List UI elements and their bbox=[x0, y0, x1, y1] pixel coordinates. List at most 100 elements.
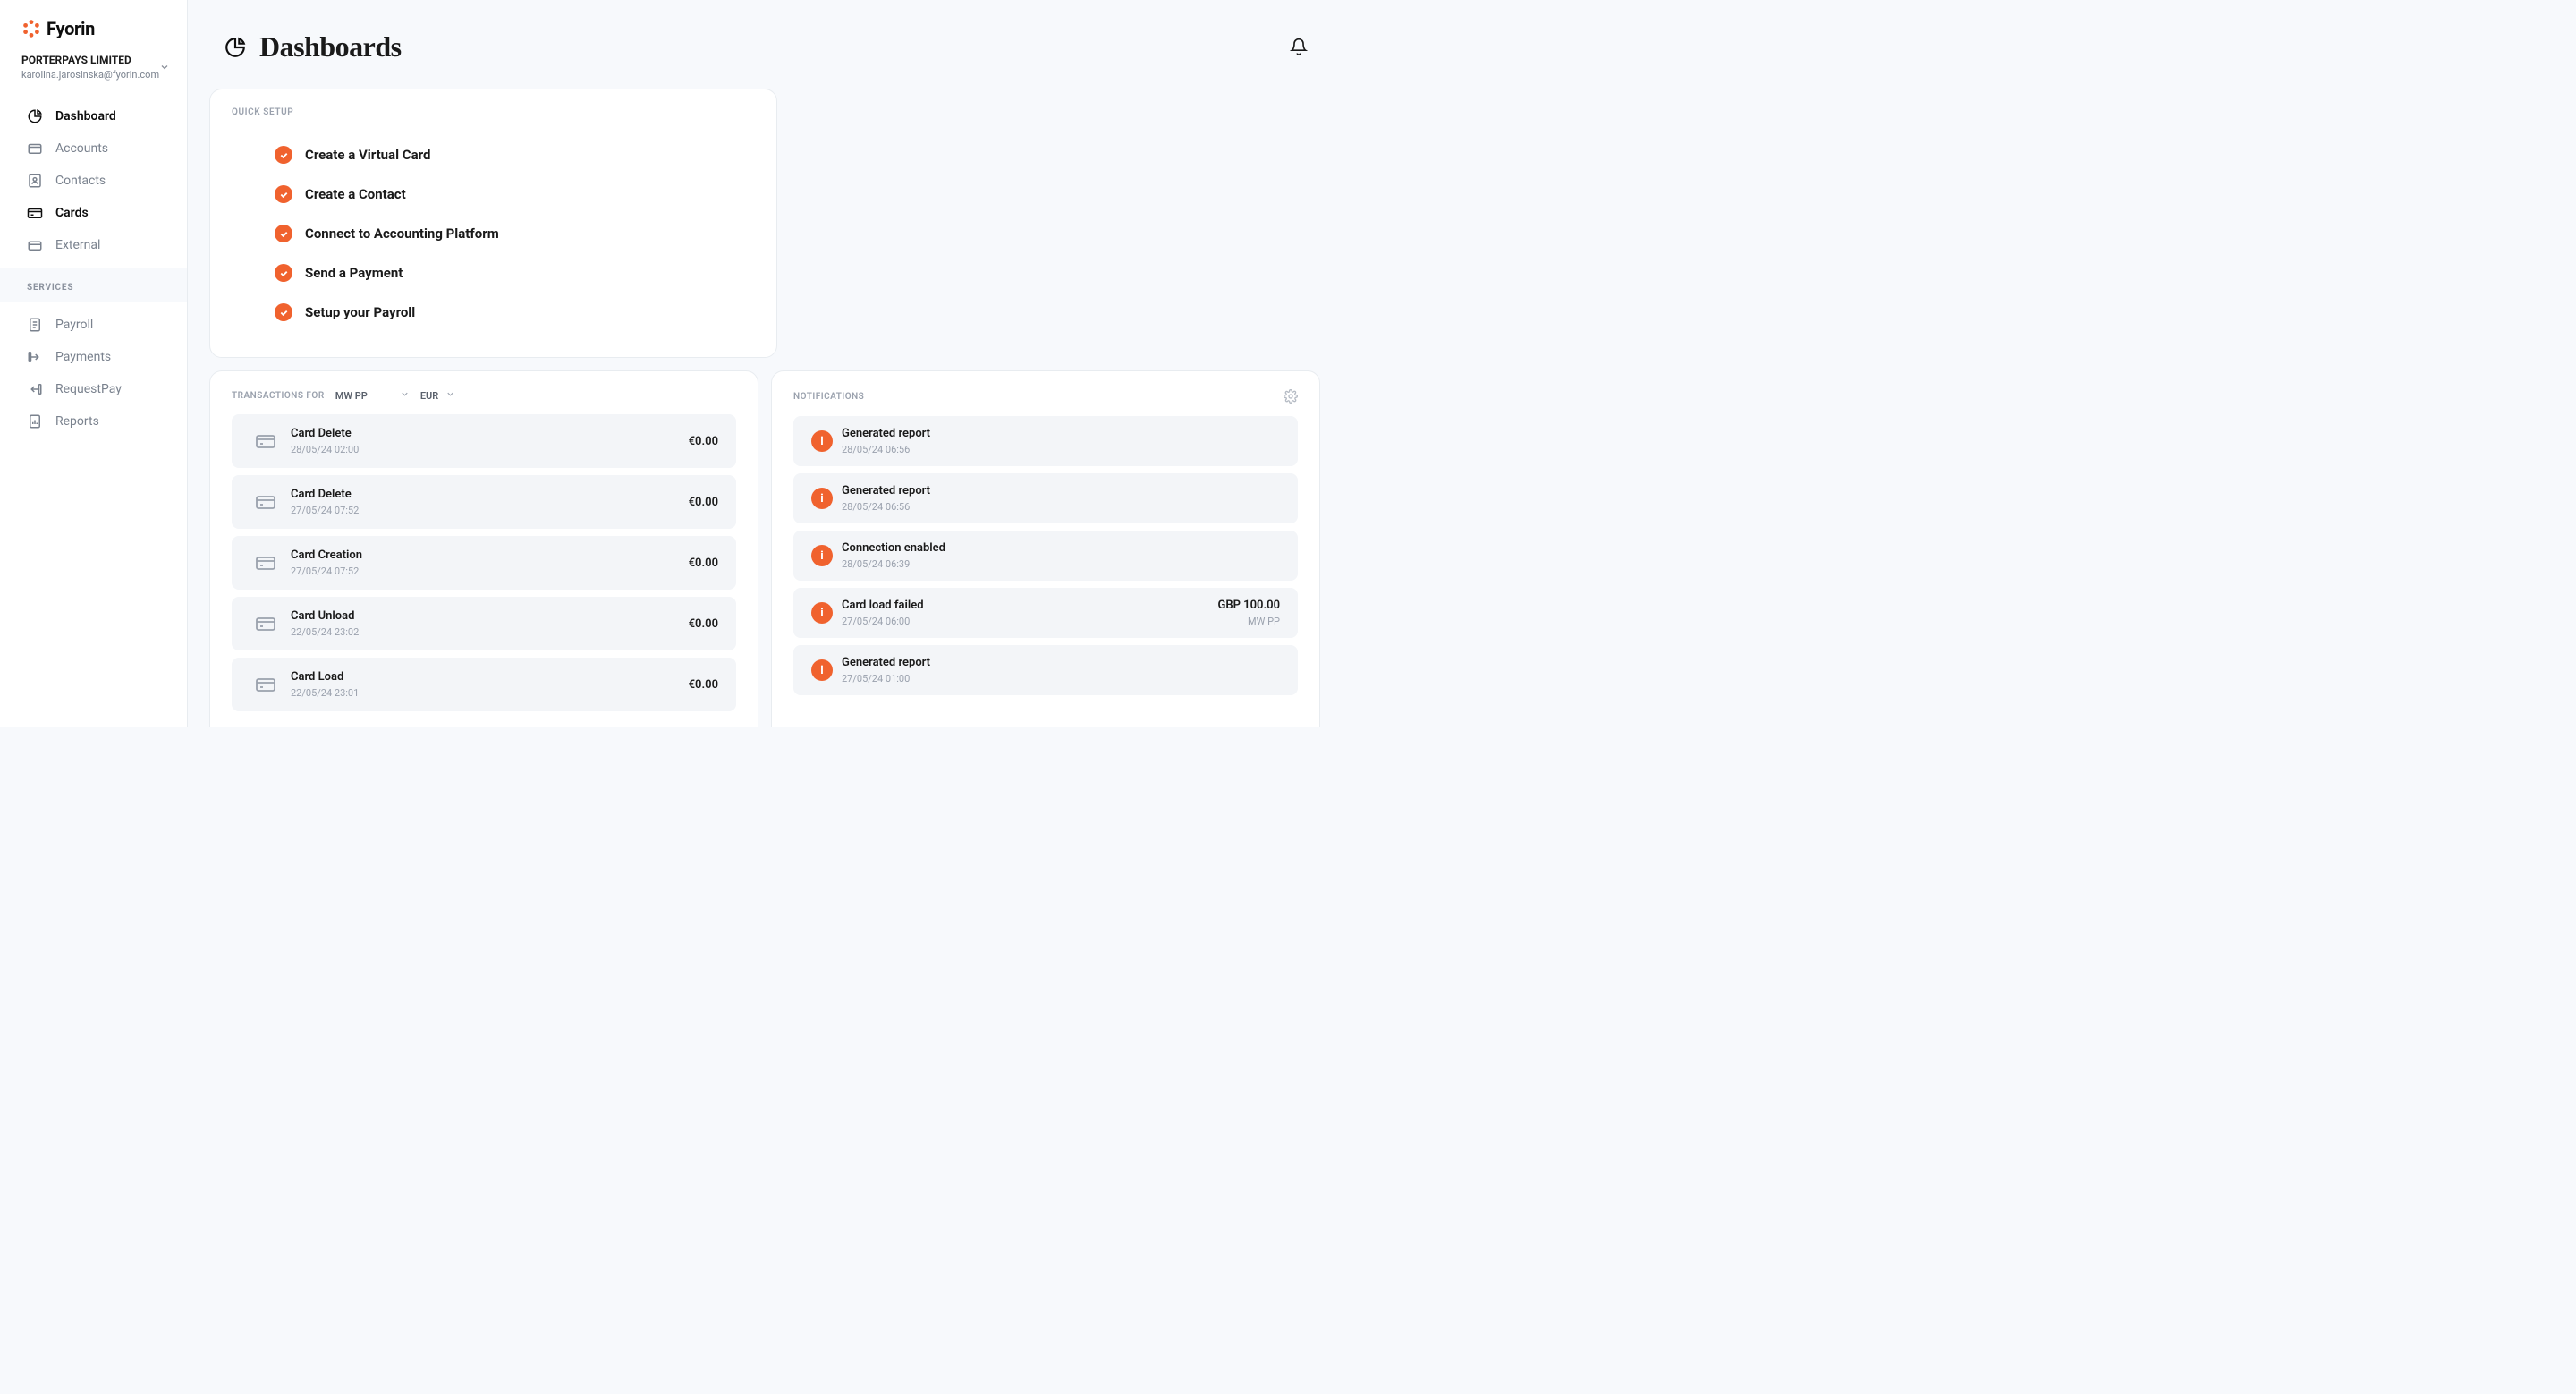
transaction-title: Card Delete bbox=[291, 488, 689, 501]
transaction-row[interactable]: Card Unload 22/05/24 23:02 €0.00 bbox=[232, 597, 736, 650]
content: QUICK SETUP Create a Virtual Card Create… bbox=[188, 89, 1342, 727]
nav-label: Cards bbox=[55, 206, 89, 220]
notification-title: Connection enabled bbox=[842, 541, 1280, 555]
card-icon bbox=[250, 608, 282, 640]
notification-date: 27/05/24 06:00 bbox=[842, 616, 1217, 627]
setup-accounting[interactable]: Connect to Accounting Platform bbox=[232, 214, 755, 253]
notification-row[interactable]: i Generated report 28/05/24 06:56 bbox=[793, 416, 1298, 466]
check-icon bbox=[275, 225, 292, 242]
transaction-amount: €0.00 bbox=[689, 678, 718, 692]
chevron-down-icon bbox=[159, 59, 170, 76]
transaction-row[interactable]: Card Creation 27/05/24 07:52 €0.00 bbox=[232, 536, 736, 590]
setup-payment[interactable]: Send a Payment bbox=[232, 253, 755, 293]
dashboard-icon bbox=[27, 108, 43, 124]
transaction-amount: €0.00 bbox=[689, 617, 718, 631]
info-icon: i bbox=[811, 602, 833, 624]
notification-row[interactable]: i Connection enabled 28/05/24 06:39 bbox=[793, 531, 1298, 581]
nav-label: Contacts bbox=[55, 174, 106, 188]
transactions-header: TRANSACTIONS FOR MW PP EUR bbox=[232, 389, 736, 402]
payments-icon bbox=[27, 349, 43, 365]
nav-label: Reports bbox=[55, 414, 99, 429]
check-icon bbox=[275, 303, 292, 321]
setup-label: Create a Virtual Card bbox=[305, 147, 430, 163]
sidebar-item-accounts[interactable]: Accounts bbox=[0, 132, 187, 165]
notification-date: 28/05/24 06:56 bbox=[842, 444, 1280, 455]
page-title-wrap: Dashboards bbox=[224, 30, 402, 64]
sidebar-item-contacts[interactable]: Contacts bbox=[0, 165, 187, 197]
transaction-title: Card Unload bbox=[291, 609, 689, 623]
currency-value: EUR bbox=[420, 390, 438, 402]
nav-main: Dashboard Accounts Contacts Cards Extern… bbox=[0, 93, 187, 268]
transaction-title: Card Creation bbox=[291, 548, 689, 562]
info-icon: i bbox=[811, 545, 833, 566]
nav-label: RequestPay bbox=[55, 382, 122, 396]
page-title: Dashboards bbox=[259, 30, 402, 64]
org-name: PORTERPAYS LIMITED bbox=[21, 54, 159, 66]
notifications-bell-icon[interactable] bbox=[1290, 38, 1309, 57]
nav-label: Payments bbox=[55, 350, 111, 364]
setup-label: Send a Payment bbox=[305, 265, 402, 281]
notification-row[interactable]: i Generated report 28/05/24 06:56 bbox=[793, 473, 1298, 523]
org-switcher[interactable]: PORTERPAYS LIMITED karolina.jarosinska@f… bbox=[0, 54, 187, 93]
quick-setup-label: QUICK SETUP bbox=[232, 107, 755, 117]
transaction-row[interactable]: Card Load 22/05/24 23:01 €0.00 bbox=[232, 658, 736, 711]
info-icon: i bbox=[811, 659, 833, 681]
sidebar-item-cards[interactable]: Cards bbox=[0, 197, 187, 229]
transaction-amount: €0.00 bbox=[689, 496, 718, 509]
notifications-label: NOTIFICATIONS bbox=[793, 392, 864, 402]
transaction-date: 22/05/24 23:01 bbox=[291, 687, 689, 699]
main-content: Dashboards QUICK SETUP Create a Virtual … bbox=[188, 0, 1342, 727]
notification-row[interactable]: i Card load failed 27/05/24 06:00 GBP 10… bbox=[793, 588, 1298, 638]
setup-label: Setup your Payroll bbox=[305, 304, 415, 320]
dashboard-icon bbox=[224, 36, 247, 59]
org-email: karolina.jarosinska@fyorin.com bbox=[21, 69, 159, 81]
cards-icon bbox=[27, 205, 43, 221]
transaction-date: 22/05/24 23:02 bbox=[291, 626, 689, 638]
logo[interactable]: Fyorin bbox=[0, 0, 187, 54]
transaction-amount: €0.00 bbox=[689, 557, 718, 570]
notification-date: 27/05/24 01:00 bbox=[842, 673, 1280, 684]
reports-icon bbox=[27, 413, 43, 429]
card-icon bbox=[250, 668, 282, 701]
notification-title: Generated report bbox=[842, 656, 1280, 669]
sidebar-item-requestpay[interactable]: RequestPay bbox=[0, 373, 187, 405]
gear-icon[interactable] bbox=[1284, 389, 1298, 404]
transaction-title: Card Delete bbox=[291, 427, 689, 440]
card-icon bbox=[250, 547, 282, 579]
sidebar-item-payroll[interactable]: Payroll bbox=[0, 309, 187, 341]
contacts-icon bbox=[27, 173, 43, 189]
transaction-date: 27/05/24 07:52 bbox=[291, 565, 689, 577]
notification-date: 28/05/24 06:56 bbox=[842, 501, 1280, 513]
quick-setup-card: QUICK SETUP Create a Virtual Card Create… bbox=[209, 89, 777, 358]
logo-icon bbox=[21, 19, 41, 38]
currency-dropdown[interactable]: EUR bbox=[420, 389, 455, 402]
chevron-down-icon bbox=[445, 389, 455, 402]
notification-row[interactable]: i Generated report 27/05/24 01:00 bbox=[793, 645, 1298, 695]
transaction-row[interactable]: Card Delete 27/05/24 07:52 €0.00 bbox=[232, 475, 736, 529]
account-value: MW PP bbox=[335, 390, 368, 402]
setup-payroll[interactable]: Setup your Payroll bbox=[232, 293, 755, 332]
account-dropdown[interactable]: MW PP bbox=[335, 389, 410, 402]
transaction-title: Card Load bbox=[291, 670, 689, 684]
setup-contact[interactable]: Create a Contact bbox=[232, 174, 755, 214]
transaction-row[interactable]: Card Delete 28/05/24 02:00 €0.00 bbox=[232, 414, 736, 468]
info-icon: i bbox=[811, 488, 833, 509]
sidebar-item-reports[interactable]: Reports bbox=[0, 405, 187, 438]
check-icon bbox=[275, 185, 292, 203]
sidebar-item-dashboard[interactable]: Dashboard bbox=[0, 100, 187, 132]
sidebar-item-payments[interactable]: Payments bbox=[0, 341, 187, 373]
setup-virtual-card[interactable]: Create a Virtual Card bbox=[232, 135, 755, 174]
services-label: SERVICES bbox=[0, 268, 187, 302]
external-icon bbox=[27, 237, 43, 253]
payroll-icon bbox=[27, 317, 43, 333]
transactions-card: TRANSACTIONS FOR MW PP EUR Card Delete 2… bbox=[209, 370, 758, 727]
notification-title: Generated report bbox=[842, 484, 1280, 497]
transaction-date: 27/05/24 07:52 bbox=[291, 505, 689, 516]
check-icon bbox=[275, 146, 292, 164]
accounts-icon bbox=[27, 140, 43, 157]
notification-date: 28/05/24 06:39 bbox=[842, 558, 1280, 570]
nav-label: External bbox=[55, 238, 100, 252]
card-icon bbox=[250, 425, 282, 457]
sidebar-item-external[interactable]: External bbox=[0, 229, 187, 261]
setup-label: Connect to Accounting Platform bbox=[305, 225, 499, 242]
